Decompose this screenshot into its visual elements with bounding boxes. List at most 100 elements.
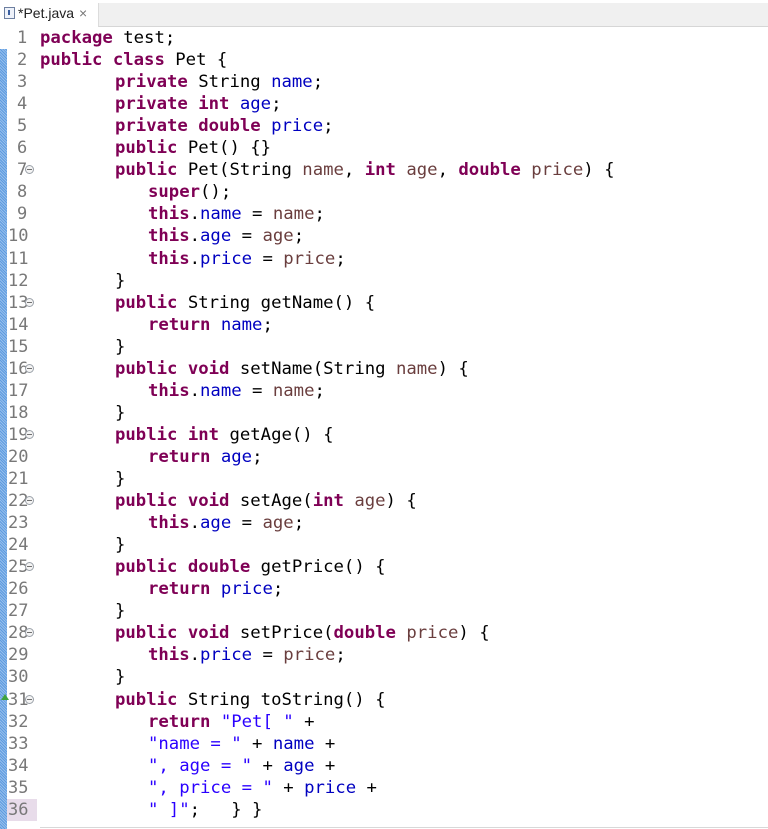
code-line[interactable]: 18} (0, 402, 768, 424)
code-text: public Pet(String name, int age, double … (115, 159, 614, 181)
code-token: this (148, 226, 190, 247)
code-editor[interactable]: 1 package test; 2 public class Pet {3 privat… (0, 27, 768, 829)
code-token: public (115, 424, 178, 445)
code-text: public void setName(String name) { (115, 358, 469, 380)
close-icon[interactable]: × (79, 5, 87, 21)
code-line[interactable]: 4 private int age; (0, 93, 768, 115)
code-token: ) { (385, 491, 417, 512)
code-line[interactable]: 32 return "Pet[ " + (0, 711, 768, 733)
line-number: 1 (17, 28, 28, 48)
code-token: " ]" (148, 799, 190, 820)
code-token: age (283, 755, 315, 776)
line-number: 3 (17, 72, 28, 93)
fold-collapse-icon[interactable] (25, 429, 34, 439)
line-number: 23 (8, 513, 29, 534)
fold-collapse-icon[interactable] (25, 628, 34, 638)
code-token: ", age = " (148, 755, 253, 776)
code-line[interactable]: 8 super(); (0, 181, 768, 203)
code-token: this (148, 513, 190, 534)
code-token: . (189, 380, 201, 401)
code-token: public (115, 557, 178, 578)
line-number: 21 (8, 469, 29, 489)
fold-collapse-icon[interactable] (25, 496, 34, 506)
code-line[interactable]: 25 public double getPrice() { (0, 556, 768, 578)
code-line[interactable]: 2 public class Pet { (0, 49, 768, 71)
code-line[interactable]: 7 public Pet(String name, int age, double… (0, 159, 768, 181)
code-token: ; (293, 513, 305, 534)
line-number: 33 (8, 733, 29, 754)
editor-tab-pet-java[interactable]: *Pet.java × (0, 0, 90, 26)
code-line[interactable]: 1 package test; (0, 27, 768, 49)
code-token: + (272, 777, 305, 798)
code-line[interactable]: 22 public void setAge(int age) { (0, 490, 768, 512)
code-token: double (187, 557, 251, 578)
code-token: (); (200, 182, 232, 203)
code-token: price (271, 116, 324, 137)
code-token: age (200, 513, 232, 534)
code-text: this.age = age; (148, 512, 304, 534)
code-line[interactable]: 23 this.age = age; (0, 512, 768, 534)
code-line[interactable]: 28 public void setPrice(double price) { (0, 622, 768, 644)
line-number: 26 (8, 579, 29, 600)
code-token: + (252, 755, 284, 776)
code-token: private (115, 94, 188, 115)
code-line[interactable]: 27} (0, 600, 768, 622)
code-line[interactable]: 10 this.age = age; (0, 225, 768, 247)
line-number: 36 (8, 799, 29, 820)
code-token: ; (335, 248, 346, 269)
code-token: package (40, 28, 113, 48)
code-text: public String getName() { (115, 292, 375, 314)
code-line[interactable]: 31 public String toString() { (0, 689, 768, 711)
code-line[interactable]: 9 this.name = name; (0, 203, 768, 225)
fold-collapse-icon[interactable] (25, 562, 34, 572)
code-token: name (220, 314, 263, 335)
code-line[interactable]: 5 private double price; (0, 115, 768, 137)
code-line[interactable]: 24} (0, 534, 768, 556)
code-line[interactable]: 17 this.name = name; (0, 380, 768, 402)
code-line[interactable]: 12} (0, 270, 768, 292)
code-token: return (148, 314, 211, 335)
code-line[interactable]: 35 ", price = " + price + (0, 777, 768, 799)
code-line[interactable]: 36 " ]"; } } (0, 798, 768, 821)
code-token: price (283, 645, 336, 666)
code-line[interactable]: 26 return price; (0, 578, 768, 600)
code-line[interactable]: 15} (0, 336, 768, 358)
code-token: , (343, 160, 365, 181)
code-token: name (271, 72, 313, 93)
code-line[interactable]: 33 "name = " + name + (0, 733, 768, 755)
code-line[interactable]: 6 public Pet() {} (0, 137, 768, 159)
code-token: name (272, 380, 315, 401)
code-line[interactable]: 34 ", age = " + age + (0, 755, 768, 777)
line-number: 29 (8, 645, 29, 666)
code-token: setName(String (229, 358, 396, 379)
code-token: + (314, 733, 336, 754)
code-line[interactable]: 21} (0, 468, 768, 490)
code-line[interactable]: 16 public void setName(String name) { (0, 358, 768, 380)
code-line[interactable]: 11 this.price = price; (0, 248, 768, 270)
code-token: . (189, 226, 201, 247)
code-token: } (115, 270, 126, 291)
code-line[interactable]: 3 private String name; (0, 71, 768, 93)
code-line[interactable]: 30} (0, 666, 768, 688)
code-text: public double getPrice() { (115, 556, 386, 578)
code-text: } (115, 468, 125, 490)
code-token: price (406, 623, 459, 644)
code-token: return (148, 446, 211, 467)
code-line[interactable]: 19 public int getAge() { (0, 424, 768, 446)
fold-collapse-icon[interactable] (25, 297, 34, 307)
code-token: ; (335, 645, 346, 666)
code-line[interactable]: 20 return age; (0, 446, 768, 468)
java-file-icon (4, 7, 15, 19)
editor-tab-bar: *Pet.java × (0, 0, 768, 27)
code-token: getPrice() { (250, 557, 386, 578)
code-token: Pet { (164, 50, 228, 71)
code-token: , (437, 160, 459, 181)
code-line[interactable]: 14 return name; (0, 314, 768, 336)
code-token: age (262, 513, 294, 534)
fold-collapse-icon[interactable] (25, 694, 34, 704)
fold-collapse-icon[interactable] (25, 363, 34, 373)
code-line[interactable]: 13 public String getName() { (0, 292, 768, 314)
code-line[interactable]: 29 this.price = price; (0, 644, 768, 666)
